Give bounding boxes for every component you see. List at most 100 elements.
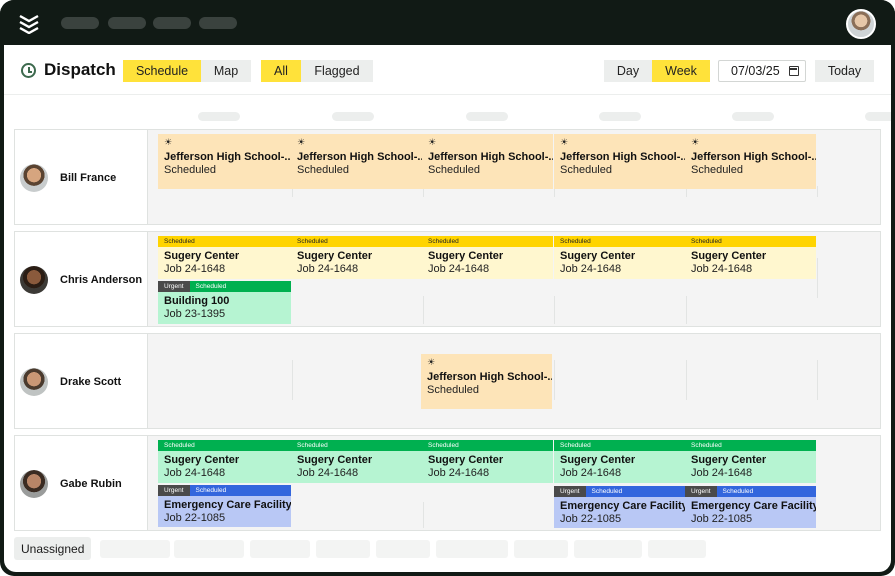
tab-map[interactable]: Map [201, 60, 251, 82]
job-card[interactable]: Scheduled Sugery Center Job 24-1648 [422, 236, 553, 279]
job-number: Job 24-1648 [164, 467, 226, 479]
job-number: Job 24-1648 [560, 467, 622, 479]
job-card[interactable]: ☀ Jefferson High School-... Scheduled [291, 134, 422, 189]
job-title: Jefferson High School-... [297, 151, 422, 163]
job-title: Jefferson High School-... [428, 151, 553, 163]
sun-icon: ☀ [427, 357, 436, 367]
job-number: Job 24-1648 [428, 263, 490, 275]
today-button[interactable]: Today [815, 60, 874, 82]
user-avatar-icon[interactable] [846, 9, 876, 39]
sun-icon: ☀ [428, 137, 437, 147]
sun-icon: ☀ [691, 137, 700, 147]
unassigned-placeholder [574, 540, 642, 558]
job-card[interactable]: Scheduled Sugery Center Job 24-1648 [554, 440, 685, 483]
unassigned-placeholder [514, 540, 568, 558]
tab-schedule[interactable]: Schedule [123, 60, 201, 82]
job-title: Sugery Center [297, 454, 373, 466]
avatar[interactable] [20, 164, 48, 192]
job-status: Scheduled [560, 164, 612, 176]
job-title: Sugery Center [691, 250, 767, 262]
status-badge: Scheduled [716, 486, 816, 497]
job-title: Sugery Center [428, 454, 504, 466]
person-cell: Bill France [15, 130, 148, 224]
calendar-icon[interactable] [789, 66, 799, 76]
unassigned-placeholder [376, 540, 430, 558]
status-badge: Scheduled [585, 486, 685, 497]
unassigned-tab[interactable]: Unassigned [14, 537, 92, 560]
schedule-row-bill-france: Bill France ☀ Jefferson High School-... … [14, 129, 881, 225]
job-status: Scheduled [164, 164, 216, 176]
status-badge: Scheduled [554, 440, 685, 451]
urgent-badge: Urgent [158, 485, 190, 496]
job-number: Job 24-1648 [428, 467, 490, 479]
unassigned-placeholder [250, 540, 310, 558]
job-card[interactable]: Scheduled Sugery Center Job 24-1648 [291, 440, 422, 483]
job-card[interactable]: ☀ Jefferson High School-... Scheduled [685, 134, 816, 189]
job-card[interactable]: Urgent Scheduled Emergency Care Facility… [158, 485, 291, 527]
job-title: Sugery Center [560, 454, 636, 466]
person-name[interactable]: Bill France [60, 172, 116, 184]
filter-all[interactable]: All [261, 60, 301, 82]
avatar[interactable] [20, 266, 48, 294]
schedule-row-drake-scott: Drake Scott ☀ Jefferson High School-... … [14, 333, 881, 429]
unassigned-placeholder [436, 540, 508, 558]
date-picker-input[interactable]: 07/03/25 [718, 60, 806, 82]
nav-item-2[interactable] [108, 17, 146, 29]
person-name[interactable]: Gabe Rubin [60, 478, 122, 490]
job-card[interactable]: Scheduled Sugery Center Job 24-1648 [554, 236, 685, 279]
schedule-row-chris-anderson: Chris Anderson Scheduled Sugery Center J… [14, 231, 881, 327]
job-card[interactable]: Scheduled Sugery Center Job 24-1648 [158, 440, 291, 483]
person-cell: Gabe Rubin [15, 436, 148, 530]
nav-item-3[interactable] [153, 17, 191, 29]
job-title: Emergency Care Facility [560, 500, 685, 512]
job-card[interactable]: Scheduled Sugery Center Job 24-1648 [158, 236, 291, 279]
job-title: Sugery Center [428, 250, 504, 262]
unassigned-placeholder [316, 540, 370, 558]
nav-item-1[interactable] [61, 17, 99, 29]
status-badge: Scheduled [291, 236, 422, 247]
top-nav-bar [0, 0, 895, 45]
day-header-2 [332, 112, 374, 121]
nav-item-4[interactable] [199, 17, 237, 29]
day-divider [817, 258, 818, 298]
job-title: Sugery Center [164, 454, 240, 466]
job-card[interactable]: ☀ Jefferson High School-... Scheduled [421, 354, 552, 409]
day-divider [554, 296, 555, 324]
job-card[interactable]: Scheduled Sugery Center Job 24-1648 [422, 440, 553, 483]
job-number: Job 23-1395 [164, 308, 226, 320]
day-header-4 [599, 112, 641, 121]
person-cell: Drake Scott [15, 334, 148, 428]
range-day[interactable]: Day [604, 60, 652, 82]
person-name[interactable]: Drake Scott [60, 376, 121, 388]
job-title: Jefferson High School-... [164, 151, 291, 163]
job-number: Job 24-1648 [164, 263, 226, 275]
day-divider [817, 186, 818, 197]
day-header-6 [865, 112, 891, 121]
job-card[interactable]: Scheduled Sugery Center Job 24-1648 [291, 236, 422, 279]
job-card[interactable]: Scheduled Sugery Center Job 24-1648 [685, 440, 816, 483]
job-card[interactable]: Scheduled Sugery Center Job 24-1648 [685, 236, 816, 279]
job-card[interactable]: ☀ Jefferson High School-... Scheduled [158, 134, 291, 189]
job-number: Job 22-1085 [164, 512, 226, 524]
job-card[interactable]: Urgent Scheduled Emergency Care Facility… [685, 486, 816, 528]
app-logo-icon[interactable] [18, 12, 40, 34]
job-number: Job 24-1648 [297, 467, 359, 479]
job-card[interactable]: ☀ Jefferson High School-... Scheduled [554, 134, 685, 189]
job-card[interactable]: Urgent Scheduled Emergency Care Facility… [554, 486, 685, 528]
day-header-1 [198, 112, 240, 121]
filter-flagged[interactable]: Flagged [301, 60, 373, 82]
job-status: Scheduled [428, 164, 480, 176]
person-name[interactable]: Chris Anderson [60, 274, 142, 286]
clock-icon [21, 63, 36, 78]
status-badge: Scheduled [158, 440, 291, 451]
job-status: Scheduled [427, 384, 479, 396]
job-title: Jefferson High School-... [427, 371, 552, 383]
range-week[interactable]: Week [652, 60, 710, 82]
job-card[interactable]: Urgent Scheduled Building 100 Job 23-139… [158, 281, 291, 324]
job-title: Jefferson High School-... [691, 151, 816, 163]
avatar[interactable] [20, 470, 48, 498]
unassigned-placeholder [174, 540, 244, 558]
job-card[interactable]: ☀ Jefferson High School-... Scheduled [422, 134, 553, 189]
avatar[interactable] [20, 368, 48, 396]
job-title: Sugery Center [560, 250, 636, 262]
